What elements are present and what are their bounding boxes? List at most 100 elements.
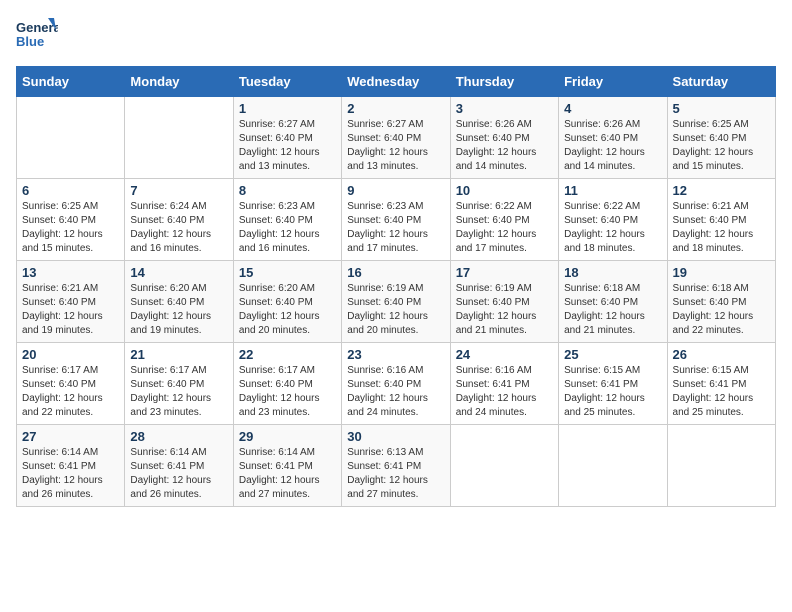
calendar-cell: 20 Sunrise: 6:17 AMSunset: 6:40 PMDayligh… [17, 343, 125, 425]
calendar-cell: 4 Sunrise: 6:26 AMSunset: 6:40 PMDaylight… [559, 97, 667, 179]
calendar-cell: 28 Sunrise: 6:14 AMSunset: 6:41 PMDayligh… [125, 425, 233, 507]
col-header-monday: Monday [125, 67, 233, 97]
calendar-cell: 25 Sunrise: 6:15 AMSunset: 6:41 PMDayligh… [559, 343, 667, 425]
calendar-cell: 24Sunrise: 6:16 AMSunset: 6:41 PMDayligh… [450, 343, 558, 425]
day-info: Sunrise: 6:22 AMSunset: 6:40 PMDaylight:… [456, 200, 553, 256]
day-info: Sunrise: 6:23 AMSunset: 6:40 PMDaylight:… [239, 200, 336, 256]
calendar-cell: 10 Sunrise: 6:22 AMSunset: 6:40 PMDayligh… [450, 179, 558, 261]
day-info: Sunrise: 6:27 AMSunset: 6:40 PMDaylight:… [239, 118, 336, 174]
logo-svg: General Blue [16, 16, 58, 54]
day-info: Sunrise: 6:14 AMSunset: 6:41 PMDaylight:… [239, 446, 336, 502]
day-info: Sunrise: 6:14 AMSunset: 6:41 PMDaylight:… [22, 446, 119, 502]
day-number: 10 [456, 183, 553, 198]
calendar-cell: 27 Sunrise: 6:14 AMSunset: 6:41 PMDayligh… [17, 425, 125, 507]
day-info: Sunrise: 6:24 AMSunset: 6:40 PMDaylight:… [130, 200, 227, 256]
calendar-cell [667, 425, 775, 507]
calendar-cell [559, 425, 667, 507]
day-info: Sunrise: 6:22 AMSunset: 6:40 PMDaylight:… [564, 200, 661, 256]
calendar-cell: 16 Sunrise: 6:19 AMSunset: 6:40 PMDayligh… [342, 261, 450, 343]
day-info: Sunrise: 6:21 AMSunset: 6:40 PMDaylight:… [22, 282, 119, 338]
calendar-cell: 30 Sunrise: 6:13 AMSunset: 6:41 PMDayligh… [342, 425, 450, 507]
day-info: Sunrise: 6:19 AMSunset: 6:40 PMDaylight:… [456, 282, 553, 338]
day-number: 14 [130, 265, 227, 280]
col-header-tuesday: Tuesday [233, 67, 341, 97]
day-info: Sunrise: 6:21 AMSunset: 6:40 PMDaylight:… [673, 200, 770, 256]
day-number: 28 [130, 429, 227, 444]
day-number: 12 [673, 183, 770, 198]
day-info: Sunrise: 6:27 AMSunset: 6:40 PMDaylight:… [347, 118, 444, 174]
day-info: Sunrise: 6:25 AMSunset: 6:40 PMDaylight:… [22, 200, 119, 256]
day-number: 30 [347, 429, 444, 444]
day-number: 8 [239, 183, 336, 198]
calendar-cell: 13Sunrise: 6:21 AMSunset: 6:40 PMDayligh… [17, 261, 125, 343]
header-row: SundayMondayTuesdayWednesdayThursdayFrid… [17, 67, 776, 97]
day-number: 4 [564, 101, 661, 116]
week-row-3: 13Sunrise: 6:21 AMSunset: 6:40 PMDayligh… [17, 261, 776, 343]
calendar-cell: 6 Sunrise: 6:25 AMSunset: 6:40 PMDaylight… [17, 179, 125, 261]
day-number: 18 [564, 265, 661, 280]
day-number: 7 [130, 183, 227, 198]
day-number: 26 [673, 347, 770, 362]
calendar-table: SundayMondayTuesdayWednesdayThursdayFrid… [16, 66, 776, 507]
day-number: 22 [239, 347, 336, 362]
day-number: 20 [22, 347, 119, 362]
day-number: 19 [673, 265, 770, 280]
day-info: Sunrise: 6:19 AMSunset: 6:40 PMDaylight:… [347, 282, 444, 338]
col-header-thursday: Thursday [450, 67, 558, 97]
day-number: 15 [239, 265, 336, 280]
day-number: 2 [347, 101, 444, 116]
calendar-cell: 9 Sunrise: 6:23 AMSunset: 6:40 PMDaylight… [342, 179, 450, 261]
calendar-cell: 8 Sunrise: 6:23 AMSunset: 6:40 PMDaylight… [233, 179, 341, 261]
day-info: Sunrise: 6:18 AMSunset: 6:40 PMDaylight:… [673, 282, 770, 338]
calendar-cell [450, 425, 558, 507]
day-info: Sunrise: 6:18 AMSunset: 6:40 PMDaylight:… [564, 282, 661, 338]
day-info: Sunrise: 6:15 AMSunset: 6:41 PMDaylight:… [564, 364, 661, 420]
day-number: 5 [673, 101, 770, 116]
day-number: 16 [347, 265, 444, 280]
day-number: 6 [22, 183, 119, 198]
calendar-cell: 17 Sunrise: 6:19 AMSunset: 6:40 PMDayligh… [450, 261, 558, 343]
week-row-2: 6 Sunrise: 6:25 AMSunset: 6:40 PMDaylight… [17, 179, 776, 261]
day-info: Sunrise: 6:17 AMSunset: 6:40 PMDaylight:… [239, 364, 336, 420]
svg-text:Blue: Blue [16, 34, 44, 49]
day-info: Sunrise: 6:20 AMSunset: 6:40 PMDaylight:… [130, 282, 227, 338]
day-number: 9 [347, 183, 444, 198]
calendar-cell: 11Sunrise: 6:22 AMSunset: 6:40 PMDayligh… [559, 179, 667, 261]
week-row-1: 1Sunrise: 6:27 AMSunset: 6:40 PMDaylight… [17, 97, 776, 179]
day-info: Sunrise: 6:25 AMSunset: 6:40 PMDaylight:… [673, 118, 770, 174]
header: General Blue [16, 16, 776, 54]
day-info: Sunrise: 6:23 AMSunset: 6:40 PMDaylight:… [347, 200, 444, 256]
logo: General Blue [16, 16, 58, 54]
calendar-cell [125, 97, 233, 179]
calendar-cell: 18 Sunrise: 6:18 AMSunset: 6:40 PMDayligh… [559, 261, 667, 343]
day-info: Sunrise: 6:14 AMSunset: 6:41 PMDaylight:… [130, 446, 227, 502]
calendar-cell: 22 Sunrise: 6:17 AMSunset: 6:40 PMDayligh… [233, 343, 341, 425]
col-header-sunday: Sunday [17, 67, 125, 97]
calendar-cell: 3Sunrise: 6:26 AMSunset: 6:40 PMDaylight… [450, 97, 558, 179]
calendar-cell: 12 Sunrise: 6:21 AMSunset: 6:40 PMDayligh… [667, 179, 775, 261]
day-info: Sunrise: 6:17 AMSunset: 6:40 PMDaylight:… [22, 364, 119, 420]
day-number: 23 [347, 347, 444, 362]
calendar-cell: 26Sunrise: 6:15 AMSunset: 6:41 PMDayligh… [667, 343, 775, 425]
calendar-cell: 14 Sunrise: 6:20 AMSunset: 6:40 PMDayligh… [125, 261, 233, 343]
calendar-cell: 21Sunrise: 6:17 AMSunset: 6:40 PMDayligh… [125, 343, 233, 425]
day-info: Sunrise: 6:20 AMSunset: 6:40 PMDaylight:… [239, 282, 336, 338]
day-info: Sunrise: 6:26 AMSunset: 6:40 PMDaylight:… [564, 118, 661, 174]
col-header-friday: Friday [559, 67, 667, 97]
day-number: 27 [22, 429, 119, 444]
day-info: Sunrise: 6:13 AMSunset: 6:41 PMDaylight:… [347, 446, 444, 502]
calendar-cell: 15 Sunrise: 6:20 AMSunset: 6:40 PMDayligh… [233, 261, 341, 343]
week-row-4: 20 Sunrise: 6:17 AMSunset: 6:40 PMDayligh… [17, 343, 776, 425]
calendar-cell: 7 Sunrise: 6:24 AMSunset: 6:40 PMDaylight… [125, 179, 233, 261]
calendar-cell: 23Sunrise: 6:16 AMSunset: 6:40 PMDayligh… [342, 343, 450, 425]
day-info: Sunrise: 6:17 AMSunset: 6:40 PMDaylight:… [130, 364, 227, 420]
week-row-5: 27 Sunrise: 6:14 AMSunset: 6:41 PMDayligh… [17, 425, 776, 507]
day-number: 29 [239, 429, 336, 444]
calendar-cell [17, 97, 125, 179]
calendar-cell: 1Sunrise: 6:27 AMSunset: 6:40 PMDaylight… [233, 97, 341, 179]
calendar-cell: 5 Sunrise: 6:25 AMSunset: 6:40 PMDaylight… [667, 97, 775, 179]
day-number: 17 [456, 265, 553, 280]
day-number: 24 [456, 347, 553, 362]
day-number: 25 [564, 347, 661, 362]
col-header-saturday: Saturday [667, 67, 775, 97]
